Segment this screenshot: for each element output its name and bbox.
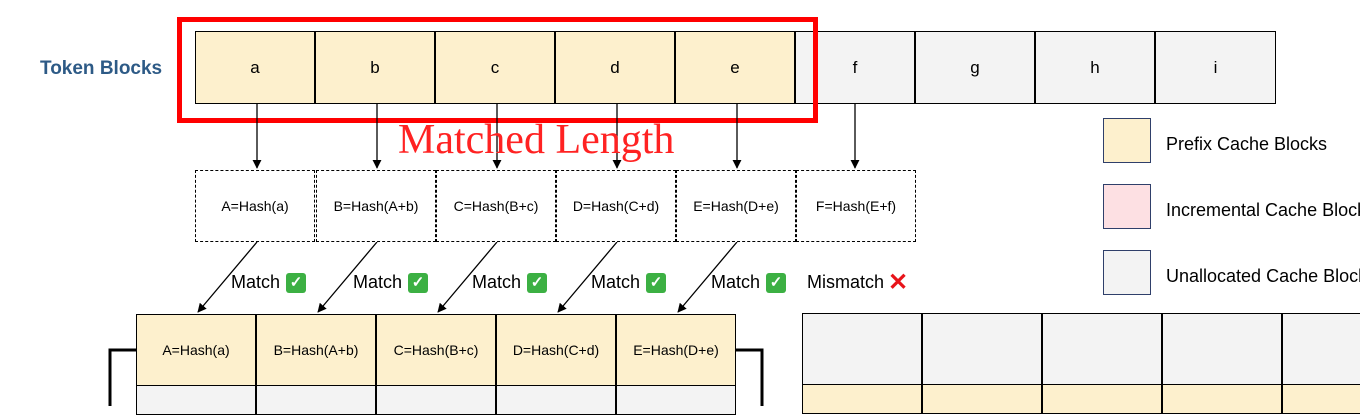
cache-cell-next: [136, 385, 256, 415]
cache-cell-next: [256, 385, 376, 415]
match-label: Match: [353, 272, 403, 292]
mismatch-status-f: Mismatch ✕: [807, 268, 909, 296]
check-icon: ✓: [766, 272, 787, 293]
match-status-e: Match ✓: [711, 272, 787, 293]
hash-box-d: D=Hash(C+d): [556, 170, 676, 242]
cache-cell-next: [496, 385, 616, 415]
grid-cell-prefix: [1042, 384, 1162, 414]
cache-cell-a: A=Hash(a): [136, 314, 256, 386]
check-icon: ✓: [527, 272, 548, 293]
cache-bracket-right: [736, 348, 764, 406]
grid-cell-prefix: [1282, 384, 1360, 414]
legend-label-incremental: Incremental Cache Blocks: [1166, 200, 1360, 220]
match-label: Match: [591, 272, 641, 292]
grid-cell: [922, 313, 1042, 385]
cache-cell-next: [616, 385, 736, 415]
cache-cell-b: B=Hash(A+b): [256, 314, 376, 386]
match-status-c: Match ✓: [472, 272, 548, 293]
matched-length-label: Matched Length: [398, 117, 675, 163]
hash-box-b: B=Hash(A+b): [316, 170, 436, 242]
match-label: Match: [711, 272, 761, 292]
cache-cell-c: C=Hash(B+c): [376, 314, 496, 386]
match-label: Match: [231, 272, 281, 292]
cache-cell-next: [376, 385, 496, 415]
cache-bracket-left: [108, 348, 136, 406]
grid-cell: [1282, 313, 1360, 385]
match-label: Match: [472, 272, 522, 292]
grid-cell: [1042, 313, 1162, 385]
mismatch-label: Mismatch: [807, 272, 885, 292]
match-status-b: Match ✓: [353, 272, 429, 293]
legend-label-unallocated: Unallocated Cache Blocks: [1166, 266, 1360, 286]
legend-swatch-incremental: [1103, 184, 1151, 229]
hash-box-a: A=Hash(a): [195, 170, 315, 242]
check-icon: ✓: [286, 272, 307, 293]
legend-label-prefix: Prefix Cache Blocks: [1166, 134, 1328, 154]
hash-box-c: C=Hash(B+c): [436, 170, 556, 242]
match-status-d: Match ✓: [591, 272, 667, 293]
match-status-a: Match ✓: [231, 272, 307, 293]
legend-swatch-prefix: [1103, 118, 1151, 163]
legend-swatch-unallocated: [1103, 250, 1151, 295]
grid-cell-prefix: [1162, 384, 1282, 414]
grid-cell-prefix: [802, 384, 922, 414]
check-icon: ✓: [646, 272, 667, 293]
cross-icon: ✕: [888, 268, 909, 296]
hash-box-e: E=Hash(D+e): [676, 170, 796, 242]
cache-cell-d: D=Hash(C+d): [496, 314, 616, 386]
check-icon: ✓: [408, 272, 429, 293]
hash-box-f: F=Hash(E+f): [796, 170, 916, 242]
grid-cell: [802, 313, 922, 385]
grid-cell-prefix: [922, 384, 1042, 414]
grid-cell: [1162, 313, 1282, 385]
cache-cell-e: E=Hash(D+e): [616, 314, 736, 386]
